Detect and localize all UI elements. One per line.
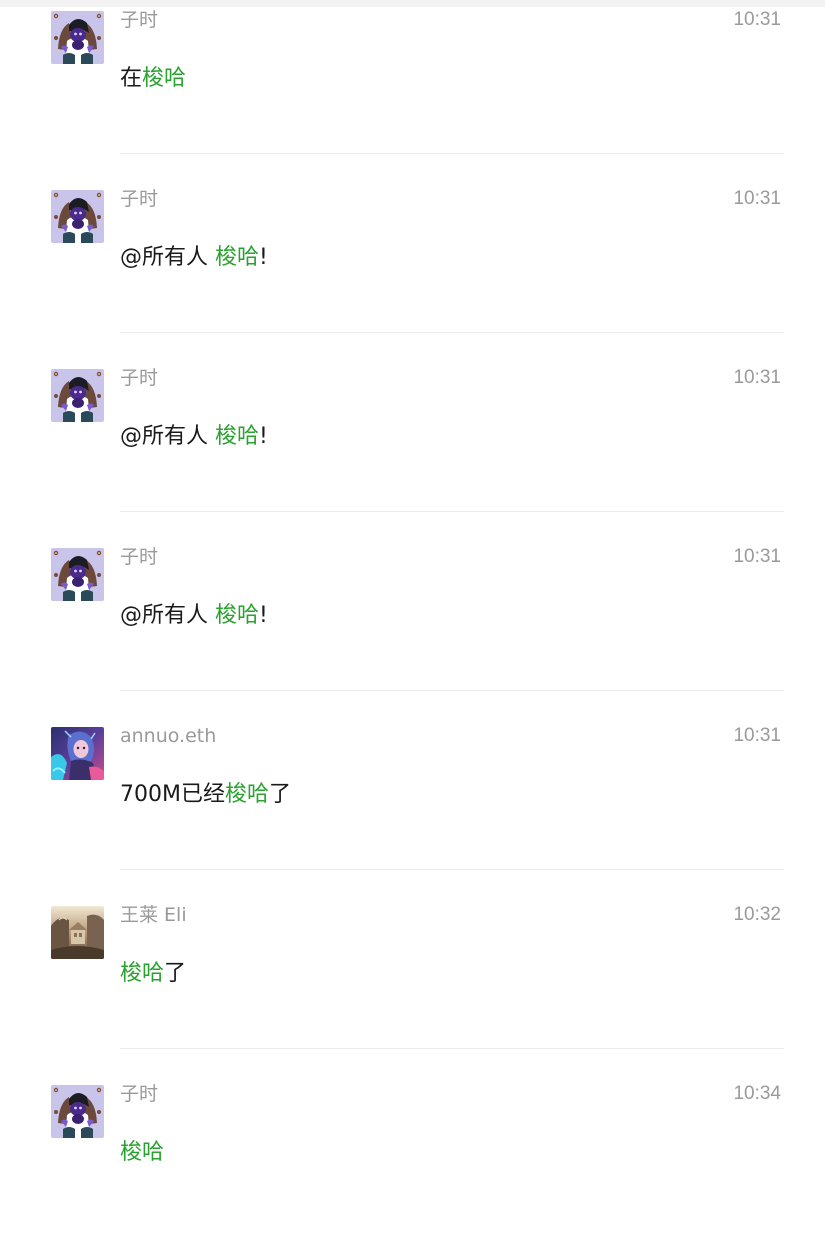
message-time: 10:32 (733, 904, 781, 925)
message-item[interactable]: 子时 10:31 @所有人 梭哈! (0, 358, 825, 537)
message-text-part: 在 (120, 66, 143, 91)
message-item[interactable]: 子时 10:34 梭哈 (0, 1074, 825, 1253)
message-time: 10:31 (733, 188, 781, 209)
sender-name[interactable]: 子时 (120, 1083, 158, 1105)
message-item[interactable]: annuo.eth 10:31 700M已经梭哈了 (0, 716, 825, 895)
divider (120, 511, 784, 512)
divider (120, 332, 784, 333)
message-text: 700M已经梭哈了 (120, 781, 291, 809)
landscape-photo-avatar[interactable] (51, 906, 104, 959)
sender-name[interactable]: 子时 (120, 546, 158, 568)
message-text: 梭哈了 (120, 960, 186, 988)
keyword-highlight: 梭哈 (215, 603, 260, 628)
message-time: 10:31 (733, 9, 781, 30)
message-text-part: @所有人 (120, 424, 215, 449)
message-item[interactable]: 王莱 Eli 10:32 梭哈了 (0, 895, 825, 1074)
dark-character-avatar[interactable] (51, 548, 104, 601)
message-item[interactable]: 子时 10:31 @所有人 梭哈! (0, 537, 825, 716)
dark-character-avatar[interactable] (51, 190, 104, 243)
divider (120, 690, 784, 691)
message-item[interactable]: 子时 10:31 @所有人 梭哈! (0, 179, 825, 358)
message-text-part: 700M已经 (120, 782, 225, 807)
sender-name[interactable]: 子时 (120, 188, 158, 210)
message-text: @所有人 梭哈! (120, 602, 268, 630)
sender-name[interactable]: annuo.eth (120, 725, 216, 747)
message-time: 10:31 (733, 367, 781, 388)
keyword-highlight: 梭哈 (215, 424, 260, 449)
message-text: @所有人 梭哈! (120, 244, 268, 272)
message-text-part: @所有人 (120, 603, 215, 628)
message-text: @所有人 梭哈! (120, 423, 268, 451)
message-time: 10:34 (733, 1083, 781, 1104)
dark-character-avatar[interactable] (51, 11, 104, 64)
dark-character-avatar[interactable] (51, 1085, 104, 1138)
keyword-highlight: 梭哈 (215, 245, 260, 270)
message-text-part: ! (259, 245, 268, 270)
message-time: 10:31 (733, 725, 781, 746)
message-text-part: ! (259, 603, 268, 628)
message-text-part: 了 (164, 961, 187, 986)
message-text-part: 了 (269, 782, 292, 807)
keyword-highlight: 梭哈 (224, 782, 269, 807)
sender-name[interactable]: 子时 (120, 9, 158, 31)
message-text-part: @所有人 (120, 245, 215, 270)
keyword-highlight: 梭哈 (120, 1140, 165, 1165)
message-text: 梭哈 (120, 1139, 164, 1167)
keyword-highlight: 梭哈 (142, 66, 187, 91)
message-text: 在梭哈 (120, 65, 186, 93)
dark-character-avatar[interactable] (51, 369, 104, 422)
divider (120, 1048, 784, 1049)
message-item[interactable]: 子时 10:31 在梭哈 (0, 0, 825, 179)
divider (120, 869, 784, 870)
keyword-highlight: 梭哈 (120, 961, 165, 986)
sender-name[interactable]: 子时 (120, 367, 158, 389)
message-time: 10:31 (733, 546, 781, 567)
sender-name[interactable]: 王莱 Eli (120, 904, 187, 926)
anime-girl-avatar[interactable] (51, 727, 104, 780)
divider (120, 153, 784, 154)
message-text-part: ! (259, 424, 268, 449)
